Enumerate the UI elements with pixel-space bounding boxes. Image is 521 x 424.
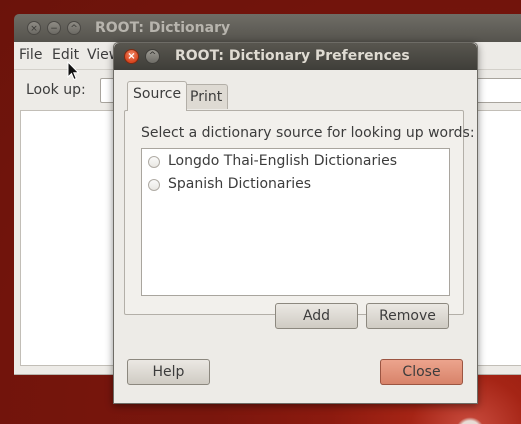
dialog-titlebar: × ^ ROOT: Dictionary Preferences xyxy=(114,43,477,70)
mouse-pointer-icon xyxy=(67,61,79,81)
maximize-icon[interactable]: ^ xyxy=(67,21,81,35)
list-item[interactable]: Longdo Thai-English Dictionaries xyxy=(142,150,449,172)
dialog-maximize-icon[interactable]: ^ xyxy=(145,49,160,64)
close-icon[interactable]: × xyxy=(27,21,41,35)
source-label: Spanish Dictionaries xyxy=(168,176,312,192)
lookup-label: Look up: xyxy=(26,82,86,98)
remove-button[interactable]: Remove xyxy=(366,303,449,329)
preferences-dialog: × ^ ROOT: Dictionary Preferences Source … xyxy=(113,42,478,404)
dialog-close-icon[interactable]: × xyxy=(124,49,139,64)
source-label: Longdo Thai-English Dictionaries xyxy=(168,153,398,169)
help-button[interactable]: Help xyxy=(127,359,210,385)
tab-source[interactable]: Source xyxy=(127,81,188,111)
dialog-title: ROOT: Dictionary Preferences xyxy=(175,48,410,64)
radio-button[interactable] xyxy=(148,156,160,168)
source-heading: Select a dictionary source for looking u… xyxy=(141,125,475,141)
radio-button[interactable] xyxy=(148,179,160,191)
add-button[interactable]: Add xyxy=(275,303,358,329)
menu-file[interactable]: File xyxy=(19,47,42,63)
source-tab-panel: Select a dictionary source for looking u… xyxy=(124,110,475,315)
tab-print[interactable]: Print xyxy=(184,84,229,109)
list-item[interactable]: Spanish Dictionaries xyxy=(142,173,449,195)
main-titlebar: × − ^ ROOT: Dictionary xyxy=(14,14,521,42)
main-window-title: ROOT: Dictionary xyxy=(95,20,231,36)
minimize-icon[interactable]: − xyxy=(47,21,61,35)
close-button[interactable]: Close xyxy=(380,359,463,385)
source-list: Longdo Thai-English Dictionaries Spanish… xyxy=(141,148,450,296)
